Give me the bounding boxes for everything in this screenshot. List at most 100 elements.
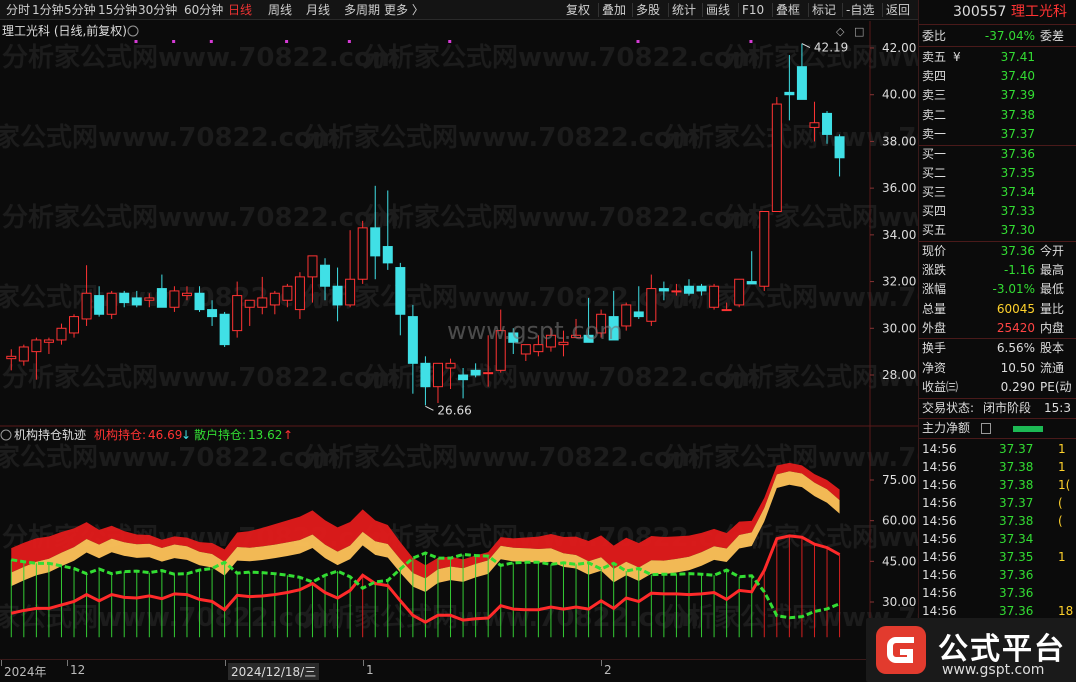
indicator-menu-icon[interactable] — [0, 429, 12, 441]
tick-volume: ( — [1058, 496, 1063, 510]
book-row[interactable]: 买一 37.36 — [919, 145, 1076, 164]
tool-button-4[interactable]: 画线 — [706, 2, 730, 18]
tick-price: 37.35 — [999, 550, 1034, 564]
gspt-logo: 公式平台 www.gspt.com — [866, 618, 1076, 682]
toolbar-separator — [882, 3, 883, 17]
book-price: -1.16 — [1003, 263, 1035, 278]
period-tab-1[interactable]: 1分钟 — [32, 2, 64, 18]
candle-body — [796, 66, 807, 100]
book-row[interactable]: 卖一 37.37 — [919, 125, 1076, 144]
order-diff-label: 委差 — [1040, 29, 1065, 43]
book-price: 37.36 — [1000, 244, 1035, 258]
book-row[interactable]: 卖四 37.40 — [919, 67, 1076, 86]
period-tab-7[interactable]: 周线 — [268, 2, 292, 18]
book-price: 37.38 — [1000, 107, 1035, 122]
tool-button-3[interactable]: 统计 — [672, 2, 696, 18]
book-label: 买一 — [922, 147, 947, 161]
book-row[interactable]: 总量 60045 量比 — [919, 300, 1076, 319]
book-row[interactable]: 买四 37.33 — [919, 202, 1076, 221]
book-row[interactable]: 买三 37.34 — [919, 183, 1076, 202]
candle-body — [395, 267, 406, 315]
tick-time: 14:56 — [922, 514, 957, 528]
candle-body — [671, 290, 682, 293]
book-row[interactable]: 现价 37.36 今开 — [919, 242, 1076, 261]
period-tab-8[interactable]: 月线 — [306, 2, 330, 18]
book-price: 37.35 — [1000, 166, 1035, 180]
diamond-icon[interactable]: ◇ — [836, 25, 845, 38]
tool-button-5[interactable]: F10 — [742, 2, 764, 18]
tick-row[interactable]: 14:56 37.34 — [919, 530, 1076, 549]
tick-row[interactable]: 14:56 37.35 1 — [919, 548, 1076, 567]
logo-url: www.gspt.com — [942, 662, 1045, 678]
period-tab-2[interactable]: 5分钟 — [64, 2, 96, 18]
order-ratio-label: 委比 — [922, 29, 947, 43]
watermark-text: 分析家公式网www.70822.com — [362, 202, 759, 233]
period-tab-3[interactable]: 15分钟 — [98, 2, 137, 18]
book-row[interactable]: 涨跌 -1.16 最高 — [919, 261, 1076, 280]
book-row[interactable]: 卖二 37.38 — [919, 106, 1076, 125]
tick-row[interactable]: 14:56 37.38 ( — [919, 512, 1076, 531]
book-row[interactable]: 换手 6.56% 股本 — [919, 339, 1076, 358]
book-row[interactable]: 卖五 ¥37.41 — [919, 48, 1076, 67]
book-row[interactable]: 外盘 25420 内盘 — [919, 319, 1076, 338]
book-right-label: 股本 — [1040, 341, 1065, 355]
book-row[interactable]: 净资 10.50 流通 — [919, 359, 1076, 378]
candle-body — [458, 374, 469, 381]
book-label: 净资 — [922, 360, 947, 375]
book-row[interactable]: 买五 37.30 — [919, 221, 1076, 240]
main-net-row[interactable]: 主力净额 — [919, 419, 1076, 438]
book-label: 涨跌 — [922, 263, 947, 278]
tool-button-1[interactable]: 叠加 — [602, 2, 626, 18]
book-row[interactable]: 涨幅 -3.01% 最低 — [919, 280, 1076, 299]
tick-row[interactable]: 14:56 37.38 1 — [919, 458, 1076, 477]
price-tick-label: 28.00 — [882, 368, 916, 382]
candle-body — [194, 292, 205, 311]
tool-button-2[interactable]: 多股 — [636, 2, 660, 18]
chart-area[interactable]: 分析家公式网www.70822.com 分析家公式网www.70822.com 分析… — [0, 21, 1076, 659]
candle-body — [470, 369, 481, 376]
candle-body — [646, 288, 657, 322]
candle-body — [721, 309, 732, 312]
main-net-menu-icon[interactable] — [981, 423, 991, 434]
tick-time: 14:56 — [922, 532, 957, 546]
tick-price: 37.38 — [999, 478, 1034, 492]
tool-button-6[interactable]: 叠框 — [776, 2, 800, 18]
candle-body — [709, 285, 720, 308]
period-tab-9[interactable]: 多周期 — [344, 2, 380, 18]
indicator-title: 机构持仓轨迹 — [14, 427, 86, 442]
book-price: 25420 — [996, 320, 1035, 335]
period-tab-0[interactable]: 分时 — [6, 2, 30, 18]
book-row[interactable]: 收益㈢ 0.290 PE(动 — [919, 378, 1076, 397]
chart-menu-icon[interactable] — [127, 25, 139, 37]
tool-button-9[interactable]: 返回 — [886, 2, 910, 18]
period-tab-4[interactable]: 30分钟 — [138, 2, 177, 18]
tick-row[interactable]: 14:56 37.36 — [919, 566, 1076, 585]
trade-state-time: 15:3 — [1044, 401, 1071, 415]
square-icon[interactable]: □ — [854, 25, 864, 38]
candle-body — [219, 313, 230, 346]
book-label: 买二 — [922, 166, 947, 180]
stock-name[interactable]: 理工光科 — [1011, 3, 1067, 22]
tick-time: 14:56 — [922, 496, 957, 510]
tick-row[interactable]: 14:56 37.36 — [919, 584, 1076, 603]
period-tab-6[interactable]: 日线 — [228, 2, 252, 18]
kline-chart[interactable]: 分析家公式网www.70822.com分析家公式网www.70822.com分析… — [0, 21, 1076, 659]
tool-button-7[interactable]: 标记 — [812, 2, 836, 18]
book-row[interactable]: 卖三 37.39 — [919, 86, 1076, 105]
tool-button-8[interactable]: -自选 — [846, 2, 874, 18]
tool-button-0[interactable]: 复权 — [566, 2, 590, 18]
book-price: 37.33 — [1000, 204, 1035, 218]
tick-row[interactable]: 14:56 37.38 1( — [919, 476, 1076, 495]
book-label: 卖五 — [922, 50, 947, 64]
period-tab-10[interactable]: 更多 〉 — [384, 2, 424, 18]
tick-row[interactable]: 14:56 37.37 ( — [919, 494, 1076, 513]
candle-body — [621, 304, 632, 327]
candle-body — [94, 295, 105, 315]
book-label: 外盘 — [922, 320, 947, 335]
watermark-text: 分析家公式网www.70822.com — [662, 122, 918, 153]
candle-body — [232, 295, 243, 332]
event-marker — [134, 40, 138, 43]
book-row[interactable]: 买二 37.35 — [919, 164, 1076, 183]
tick-row[interactable]: 14:56 37.37 1 — [919, 440, 1076, 459]
period-tab-5[interactable]: 60分钟 — [184, 2, 223, 18]
